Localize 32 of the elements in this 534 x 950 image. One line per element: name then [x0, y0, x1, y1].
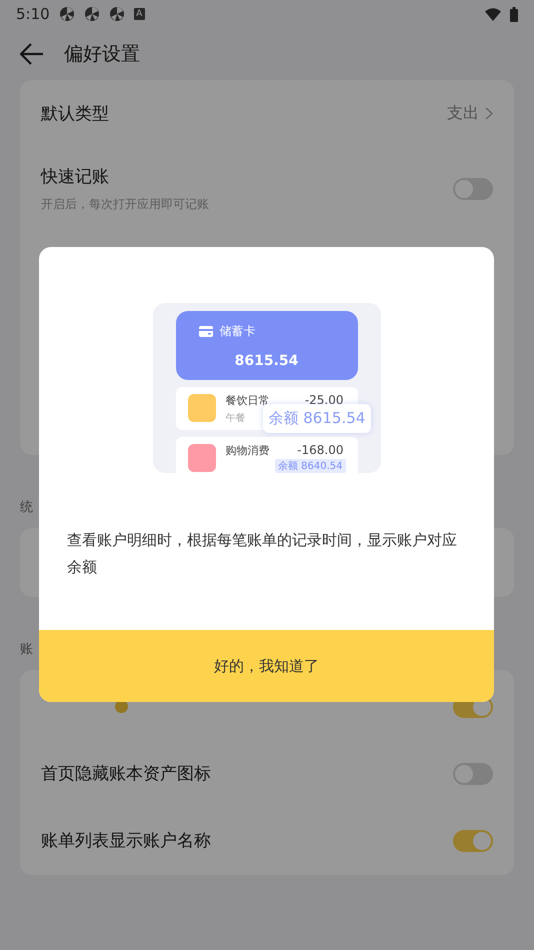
balance-tooltip: 余额 8615.54: [262, 404, 372, 433]
card-icon: [198, 326, 212, 337]
item-balance: 余额 8640.54: [274, 459, 346, 473]
notification-icon: A: [134, 8, 145, 20]
toggle-switch[interactable]: [453, 762, 493, 784]
wifi-icon: [485, 8, 501, 20]
setting-label: 首页隐藏账本资产图标: [41, 763, 211, 785]
section-label: 统: [20, 499, 33, 516]
setting-label: 快速记账: [41, 166, 109, 188]
item-note: 午餐: [226, 412, 246, 425]
setting-label: 账单列表显示账户名称: [41, 830, 211, 852]
setting-label: 默认类型: [41, 103, 109, 125]
page-title: 偏好设置: [64, 42, 140, 67]
back-icon[interactable]: [20, 43, 44, 65]
section-label: 账: [20, 641, 33, 658]
card-amount: 8615.54: [234, 353, 300, 369]
item-amount: -168.00: [297, 443, 344, 457]
chevron-icon: [485, 107, 493, 120]
dialog-message: 查看账户明细时，根据每笔账单的记录时间，显示账户对应余额: [67, 530, 458, 578]
row-value: 支出: [447, 103, 479, 124]
item-amount: -25.00: [304, 393, 344, 407]
setting-description: 开启后，每次打开应用即可记账: [41, 196, 210, 213]
confirm-button[interactable]: 好的，我知道了: [39, 630, 494, 702]
item-name: 购物消费: [226, 443, 270, 458]
notification-icon: [108, 6, 125, 22]
card-title: 储蓄卡: [220, 323, 256, 340]
toggle-switch[interactable]: [453, 178, 493, 200]
battery-icon: [510, 6, 518, 22]
toggle-switch[interactable]: [453, 830, 493, 852]
notification-icon: [58, 6, 75, 22]
status-time: 5:10: [16, 5, 50, 23]
notification-icon: [84, 6, 100, 22]
